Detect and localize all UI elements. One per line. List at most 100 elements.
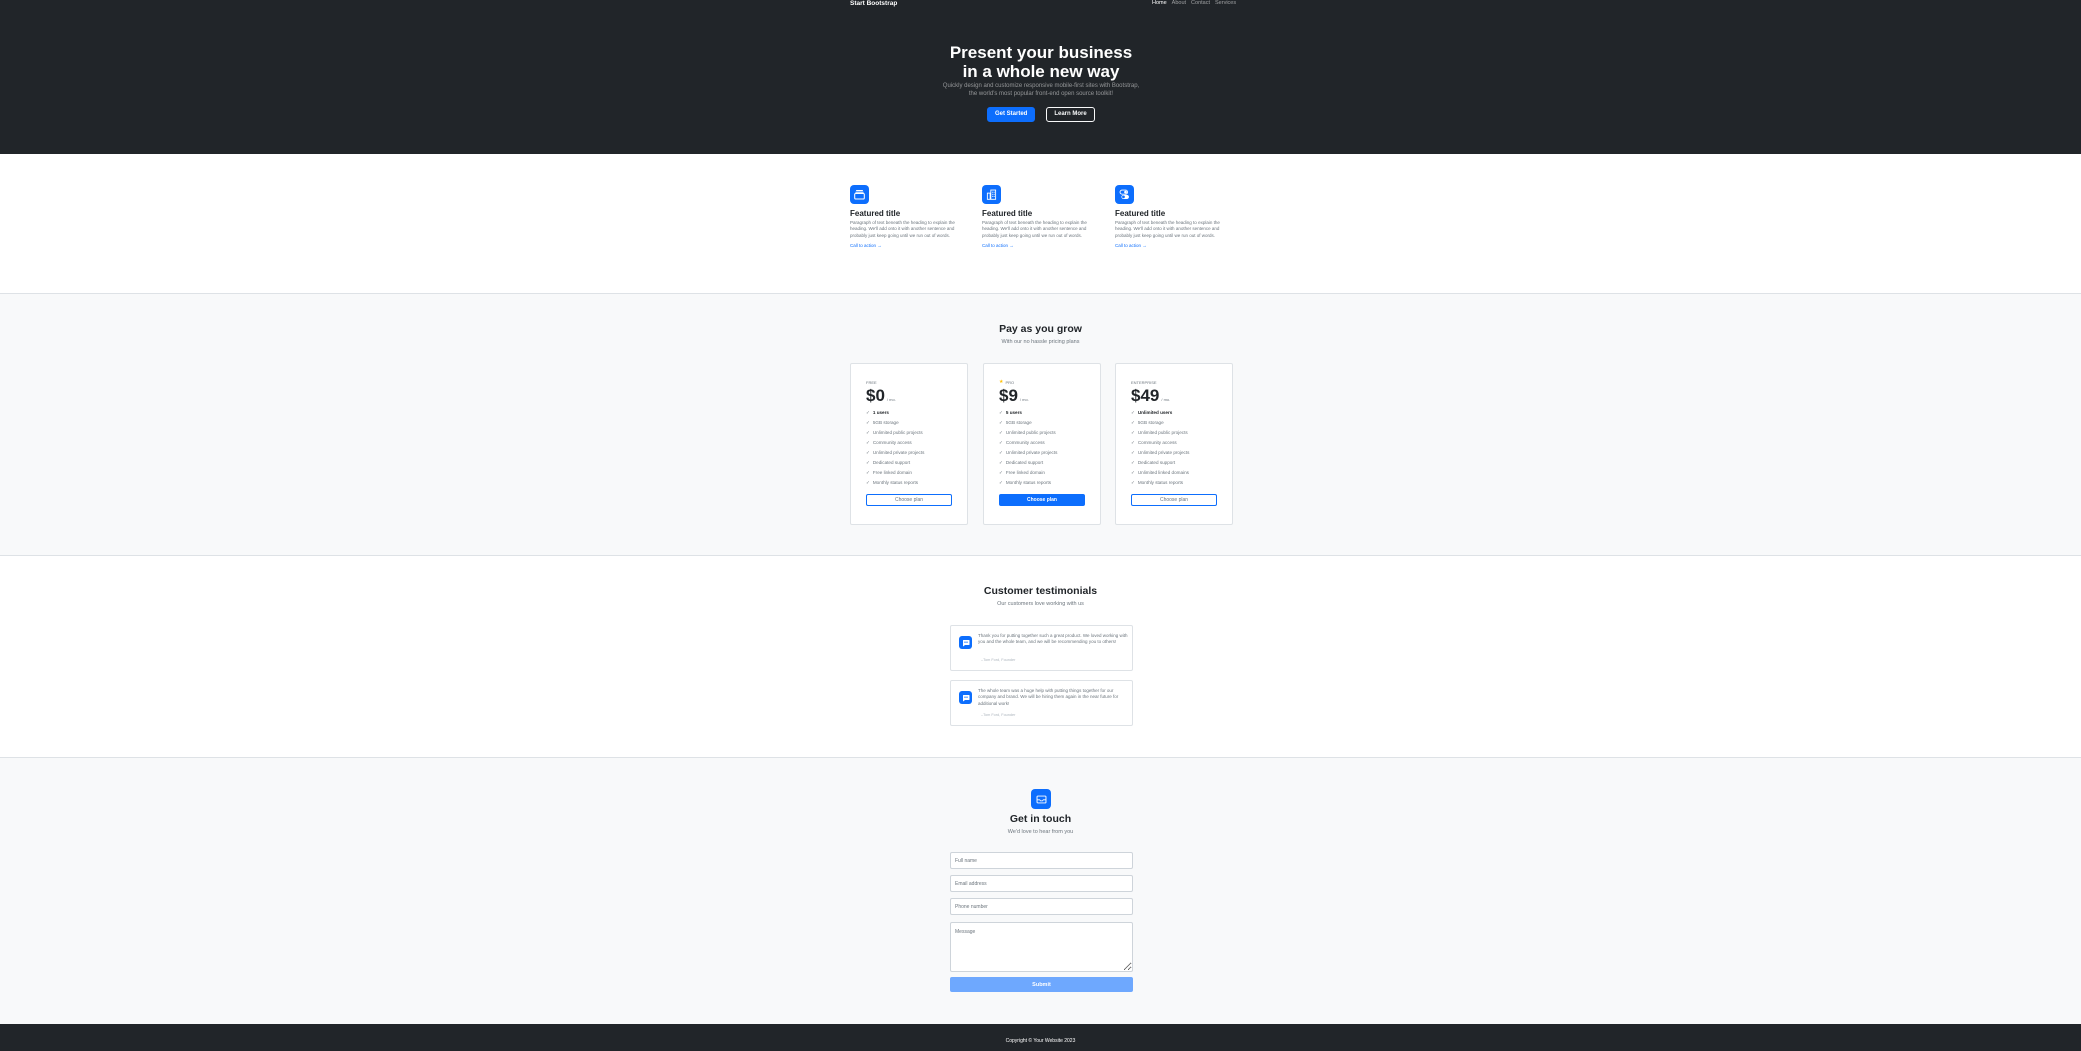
plan-feature-item: ✓ Community access bbox=[1131, 438, 1217, 448]
plan-feature-item: ✓ Dedicated support bbox=[999, 458, 1085, 468]
hero-lead: Quickly design and customize responsive … bbox=[942, 83, 1140, 97]
plan-feature-text: Community access bbox=[872, 440, 912, 445]
plan-feature-text: Monthly status reports bbox=[872, 480, 919, 485]
plan-feature-item: ✓ Monthly status reports bbox=[999, 478, 1085, 488]
chat-quote-icon bbox=[959, 691, 972, 704]
nav-links: Home About Contact Services bbox=[1152, 0, 1236, 7]
plan-feature-item: ✓ Community access bbox=[866, 438, 952, 448]
plan-feature-item: ✓ Unlimited private projects bbox=[866, 448, 952, 458]
check-icon: ✓ bbox=[866, 470, 870, 475]
nav-link-about[interactable]: About bbox=[1172, 0, 1186, 7]
navbar-brand[interactable]: Start Bootstrap bbox=[850, 0, 897, 8]
plan-feature-item: ✓ Unlimited public projects bbox=[999, 428, 1085, 438]
full-name-input[interactable] bbox=[950, 852, 1133, 869]
feature-text: Paragraph of text beneath the heading to… bbox=[850, 220, 955, 238]
check-icon: ✓ bbox=[1131, 430, 1135, 435]
plan-name: Enterprise bbox=[1131, 380, 1157, 385]
plan-feature-text: Free linked domain bbox=[1005, 470, 1045, 475]
plan-feature-text: Monthly status reports bbox=[1137, 480, 1184, 485]
plan-feature-item: ✓ 5GB storage bbox=[1131, 418, 1217, 428]
plan-price: $0 / mo. bbox=[866, 386, 952, 406]
testimonial-text: Thank you for putting together such a gr… bbox=[978, 633, 1128, 645]
plan-card-enterprise: Enterprise $49 / mo. ✓ Unlimited users ✓ 5G… bbox=[1115, 363, 1233, 525]
check-icon: ✓ bbox=[999, 450, 1003, 455]
plan-feature-text: Unlimited linked domains bbox=[1137, 470, 1189, 475]
plan-feature-item: ✓ Unlimited users bbox=[1131, 408, 1217, 418]
message-textarea[interactable] bbox=[950, 922, 1133, 972]
plan-feature-text: Unlimited private projects bbox=[872, 450, 925, 455]
email-address-input[interactable] bbox=[950, 875, 1133, 892]
building-icon bbox=[982, 185, 1001, 204]
choose-plan-button[interactable]: Choose plan bbox=[866, 494, 952, 506]
check-icon: ✓ bbox=[866, 410, 870, 415]
plan-feature-item: ✓ Unlimited linked domains bbox=[1131, 468, 1217, 478]
nav-link-services[interactable]: Services bbox=[1215, 0, 1236, 7]
feature-call-to-action-link[interactable]: Call to action → bbox=[982, 243, 1100, 249]
check-icon: ✓ bbox=[999, 480, 1003, 485]
price-amount: $9 bbox=[999, 386, 1018, 405]
footer-copyright: Copyright © Your Website 2023 bbox=[1005, 1038, 1076, 1044]
check-icon: ✓ bbox=[999, 440, 1003, 445]
pricing-section: Pay as you grow With our no hassle prici… bbox=[0, 294, 2081, 556]
plan-feature-item: ✓ Unlimited private projects bbox=[1131, 448, 1217, 458]
plan-feature-text: 5GB storage bbox=[872, 420, 899, 425]
check-icon: ✓ bbox=[999, 430, 1003, 435]
plan-feature-text: Unlimited private projects bbox=[1137, 450, 1190, 455]
check-icon: ✓ bbox=[1131, 420, 1135, 425]
feature-title: Featured title bbox=[1115, 209, 1166, 218]
learn-more-button[interactable]: Learn More bbox=[1046, 107, 1095, 122]
navbar: Start Bootstrap Home About Contact Servi… bbox=[0, 0, 2081, 10]
feature-call-to-action-link[interactable]: Call to action → bbox=[850, 243, 968, 249]
check-icon: ✓ bbox=[1131, 450, 1135, 455]
testimonials-subtitle: Our customers love working with us bbox=[997, 601, 1084, 607]
submit-button[interactable]: Submit bbox=[950, 977, 1133, 992]
check-icon: ✓ bbox=[1131, 440, 1135, 445]
hero-section: Present your business in a whole new way… bbox=[0, 10, 2081, 154]
choose-plan-button[interactable]: Choose plan bbox=[999, 494, 1085, 506]
check-icon: ✓ bbox=[1131, 480, 1135, 485]
phone-number-input[interactable] bbox=[950, 898, 1133, 915]
plan-feature-text: Free linked domain bbox=[872, 470, 912, 475]
hero-buttons: Get Started Learn More bbox=[987, 107, 1095, 122]
contact-subtitle: We'd love to hear from you bbox=[1007, 829, 1074, 835]
plan-card-free: Free $0 / mo. ✓ 1 users ✓ 5GB storage ✓ Unlim… bbox=[850, 363, 968, 525]
price-unit: / mo. bbox=[1161, 397, 1171, 402]
plan-feature-text: 5GB storage bbox=[1137, 420, 1164, 425]
plan-feature-text: Unlimited private projects bbox=[1005, 450, 1058, 455]
testimonial-author: –Tom Ford, Founder bbox=[981, 658, 1016, 662]
plan-feature-text: Dedicated support bbox=[1005, 460, 1044, 465]
plan-feature-item: ✓ 5GB storage bbox=[999, 418, 1085, 428]
plan-feature-item: ✓ Unlimited public projects bbox=[866, 428, 952, 438]
check-icon: ✓ bbox=[1131, 470, 1135, 475]
choose-plan-button[interactable]: Choose plan bbox=[1131, 494, 1217, 506]
testimonial-card: Thank you for putting together such a gr… bbox=[950, 625, 1133, 671]
check-icon: ✓ bbox=[866, 460, 870, 465]
feature-call-to-action-link[interactable]: Call to action → bbox=[1115, 243, 1233, 249]
footer: Copyright © Your Website 2023 bbox=[0, 1024, 2081, 1051]
get-started-button[interactable]: Get Started bbox=[987, 107, 1036, 122]
plan-feature-text: 5 users bbox=[1005, 410, 1022, 415]
nav-link-home[interactable]: Home bbox=[1152, 0, 1167, 7]
collection-icon bbox=[850, 185, 869, 204]
plan-feature-text: 1 users bbox=[872, 410, 889, 415]
plan-feature-item: ✓ 5 users bbox=[999, 408, 1085, 418]
price-amount: $0 bbox=[866, 386, 885, 405]
plan-feature-item: ✓ Dedicated support bbox=[866, 458, 952, 468]
plan-name: Free bbox=[866, 380, 877, 385]
plan-card-pro: ★ Pro $9 / mo. ✓ 5 users ✓ 5GB storage ✓ Unli… bbox=[983, 363, 1101, 525]
envelope-icon bbox=[1031, 789, 1051, 809]
plan-features-list: ✓ Unlimited users ✓ 5GB storage ✓ Unlimited p… bbox=[1131, 408, 1217, 488]
plan-feature-text: Dedicated support bbox=[1137, 460, 1176, 465]
feature-item: Featured title Paragraph of text beneath… bbox=[850, 185, 968, 249]
hero-title: Present your business in a whole new way bbox=[949, 43, 1133, 81]
plan-feature-item: ✓ Free linked domain bbox=[999, 468, 1085, 478]
price-amount: $49 bbox=[1131, 386, 1160, 405]
nav-link-contact[interactable]: Contact bbox=[1191, 0, 1210, 7]
plan-feature-text: Unlimited public projects bbox=[872, 430, 923, 435]
feature-title: Featured title bbox=[982, 209, 1033, 218]
check-icon: ✓ bbox=[999, 460, 1003, 465]
contact-title: Get in touch bbox=[1009, 813, 1072, 825]
features-section: Featured title Paragraph of text beneath… bbox=[0, 154, 2081, 294]
testimonial-text: The whole team was a huge help with putt… bbox=[978, 688, 1119, 706]
check-icon: ✓ bbox=[866, 450, 870, 455]
